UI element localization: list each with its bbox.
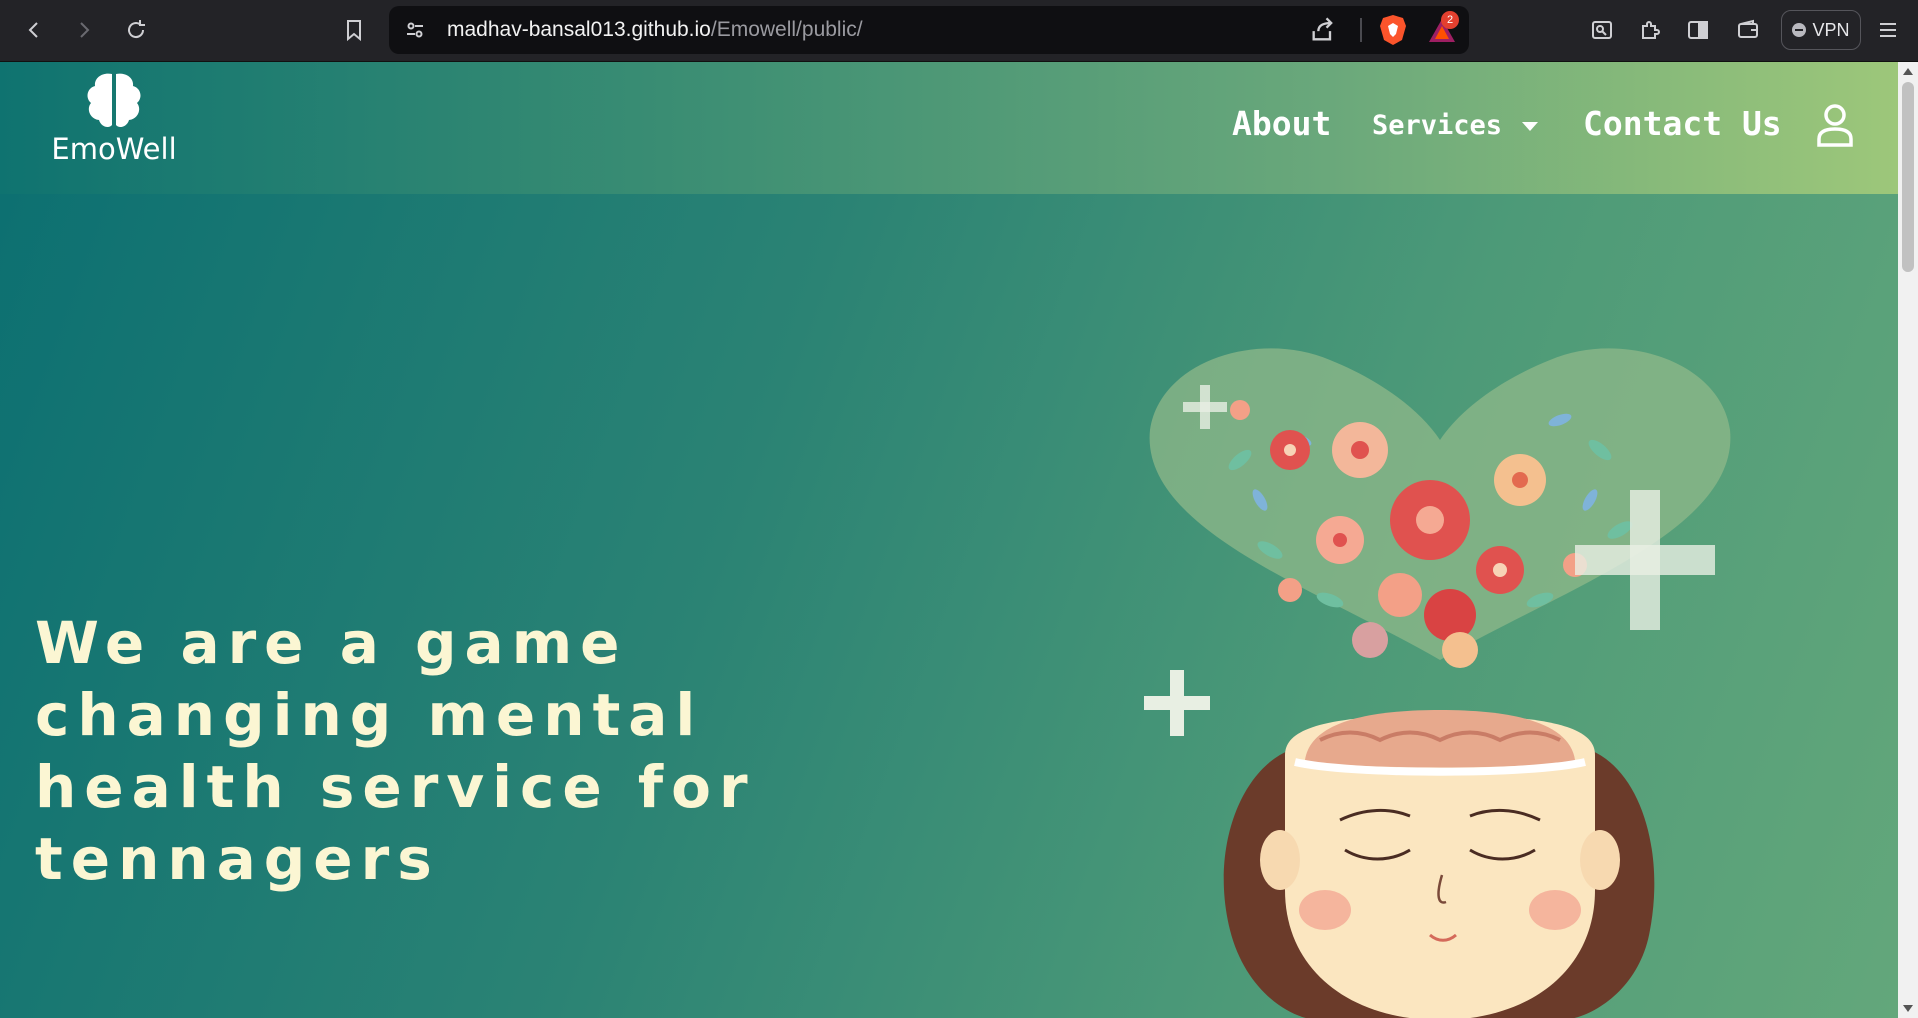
back-icon[interactable] bbox=[16, 12, 52, 48]
chevron-down-icon[interactable] bbox=[1522, 122, 1538, 131]
address-bar[interactable]: madhav-bansal013.github.io/Emowell/publi… bbox=[389, 6, 1469, 54]
url-host: madhav-bansal013.github.io bbox=[447, 18, 711, 41]
site-settings-icon[interactable] bbox=[403, 18, 427, 42]
url-text[interactable]: madhav-bansal013.github.io/Emowell/publi… bbox=[447, 18, 863, 42]
browser-toolbar: madhav-bansal013.github.io/Emowell/publi… bbox=[0, 0, 1918, 62]
nav-services-dropdown[interactable]: Services bbox=[1372, 110, 1502, 141]
hero-title: We are a game changing mental health ser… bbox=[35, 609, 756, 893]
forward-icon[interactable] bbox=[66, 12, 102, 48]
vpn-button[interactable]: VPN bbox=[1781, 10, 1861, 50]
leo-ai-icon[interactable] bbox=[1584, 12, 1620, 48]
url-path: /Emowell/public/ bbox=[710, 18, 863, 41]
scroll-down-arrow[interactable] bbox=[1903, 1005, 1913, 1012]
sidebar-icon[interactable] bbox=[1680, 12, 1716, 48]
page-viewport: EmoWell About Services Contact Us We are… bbox=[0, 62, 1898, 1018]
scroll-up-arrow[interactable] bbox=[1903, 68, 1913, 75]
site-navbar: EmoWell About Services Contact Us bbox=[0, 62, 1898, 194]
wallet-icon[interactable] bbox=[1730, 12, 1766, 48]
rewards-badge: 2 bbox=[1441, 11, 1459, 29]
share-icon[interactable] bbox=[1309, 16, 1337, 44]
scrollbar-thumb[interactable] bbox=[1902, 82, 1914, 272]
user-icon[interactable] bbox=[1816, 102, 1854, 148]
bookmark-icon[interactable] bbox=[336, 12, 372, 48]
site-logo[interactable]: EmoWell bbox=[44, 70, 184, 182]
logo-text: EmoWell bbox=[51, 132, 177, 166]
reload-icon[interactable] bbox=[118, 12, 154, 48]
brave-shields-icon[interactable] bbox=[1378, 14, 1408, 46]
vpn-label: VPN bbox=[1812, 19, 1850, 40]
extensions-icon[interactable] bbox=[1632, 12, 1668, 48]
vpn-status-icon bbox=[1792, 23, 1807, 37]
hero-illustration bbox=[1144, 348, 1731, 1018]
nav-about-link[interactable]: About bbox=[1232, 104, 1331, 143]
page-scrollbar[interactable] bbox=[1898, 62, 1918, 1018]
brain-logo-icon bbox=[87, 73, 141, 128]
nav-contact-link[interactable]: Contact Us bbox=[1583, 104, 1782, 143]
divider bbox=[1360, 18, 1362, 42]
menu-icon[interactable] bbox=[1870, 12, 1906, 48]
